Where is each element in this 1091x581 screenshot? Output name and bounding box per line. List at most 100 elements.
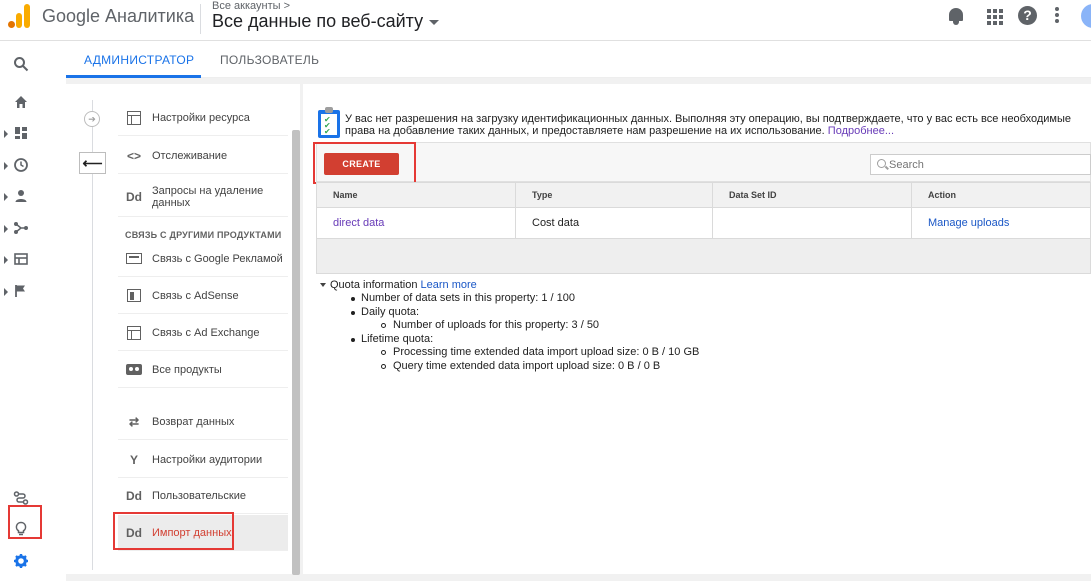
data-sets-table: Name Type Data Set ID Action direct data…: [316, 182, 1091, 239]
expand-arrow-icon: [4, 288, 8, 296]
expand-arrow-icon: [4, 225, 8, 233]
table-footer: [316, 239, 1091, 274]
back-button[interactable]: ⟵: [79, 152, 106, 174]
nav-item-property-settings[interactable]: Настройки ресурса: [118, 100, 288, 136]
nav-item-postbacks[interactable]: ⇄ Возврат данных: [118, 404, 288, 440]
table-row: direct data Cost data Manage uploads: [316, 207, 1091, 239]
property-view-selector[interactable]: Все данные по веб-сайту: [212, 11, 440, 32]
nav-scrollbar[interactable]: [292, 130, 300, 575]
quota-list: Number of data sets in this property: 1 …: [320, 292, 820, 373]
search-input[interactable]: [889, 157, 1079, 172]
tab-user[interactable]: ПОЛЬЗОВАТЕЛЬ: [220, 53, 319, 67]
box-icon: [127, 325, 141, 340]
permission-notice: У вас нет разрешения на загрузку идентиф…: [345, 113, 1075, 137]
column-header-type[interactable]: Type: [515, 182, 713, 208]
rail-customization[interactable]: [0, 122, 45, 146]
search-icon: [14, 57, 29, 72]
search-icon: [877, 159, 886, 168]
data-set-type: Cost data: [515, 207, 713, 239]
quota-learn-more-link[interactable]: Learn more: [421, 279, 477, 291]
nav-item-label: Связь с Google Рекламой: [152, 252, 283, 265]
nav-item-label: Возврат данных: [152, 415, 235, 428]
nav-item-label: Связь с Ad Exchange: [152, 326, 260, 339]
discover-icon: [13, 491, 29, 505]
permission-notice-text: У вас нет разрешения на загрузку идентиф…: [345, 113, 1072, 137]
nav-item-label: Запросы на удаление данных: [152, 184, 264, 209]
rail-home[interactable]: [0, 91, 45, 115]
quota-line: Number of data sets in this property: 1 …: [320, 292, 820, 306]
column-header-action: Action: [911, 182, 1091, 208]
sync-icon: ⇄: [128, 414, 140, 429]
acquisition-icon: [14, 222, 28, 234]
rail-behavior[interactable]: [0, 248, 45, 272]
quota-line: Query time extended data import upload s…: [320, 360, 820, 374]
clock-icon: [14, 158, 28, 172]
rail-acquisition[interactable]: [0, 217, 45, 241]
nav-item-label: Настройки аудитории: [152, 453, 263, 466]
expand-arrow-icon: [4, 256, 8, 264]
nav-item-custom-definitions[interactable]: Dd Пользовательские: [118, 478, 288, 514]
rail-realtime[interactable]: [0, 154, 45, 178]
nav-item-all-products[interactable]: Все продукты: [118, 352, 288, 388]
gear-icon: [14, 554, 28, 568]
top-header: Google Аналитика Все аккаунты > Все данн…: [0, 0, 1091, 41]
app-name[interactable]: Google Аналитика: [42, 6, 194, 27]
audience-icon: Y: [129, 452, 138, 467]
nav-item-adsense-linking[interactable]: Связь с AdSense: [118, 278, 288, 314]
nav-item-label: Пользовательские: [152, 489, 246, 502]
rail-admin[interactable]: [0, 550, 45, 574]
quota-line: Number of uploads for this property: 3 /…: [320, 319, 820, 333]
flag-icon: [15, 285, 25, 297]
data-set-id: [712, 207, 912, 239]
arrow-right-circle-icon: ➔: [84, 111, 100, 127]
more-vert-icon[interactable]: [1053, 6, 1061, 26]
tab-admin[interactable]: АДМИНИСТРАТОР: [84, 53, 194, 67]
rail-conversions[interactable]: [0, 280, 45, 304]
nav-item-google-ads-linking[interactable]: Связь с Google Рекламой: [118, 241, 288, 277]
left-rail: [0, 41, 45, 581]
nav-item-ad-exchange-linking[interactable]: Связь с Ad Exchange: [118, 315, 288, 351]
avatar[interactable]: [1081, 4, 1091, 28]
quota-line: Processing time extended data import upl…: [320, 346, 820, 360]
triangle-down-icon: [320, 283, 326, 288]
rail-audience[interactable]: [0, 185, 45, 209]
nav-item-label: Настройки ресурса: [152, 111, 250, 124]
nav-item-tracking[interactable]: <> Отслеживание: [118, 138, 288, 174]
property-view-label: Все данные по веб-сайту: [212, 11, 424, 31]
bell-icon[interactable]: [946, 6, 966, 26]
adsense-icon: [127, 288, 141, 302]
learn-more-link[interactable]: Подробнее...: [828, 125, 894, 137]
create-highlight-box: [313, 142, 416, 184]
nav-item-label: Отслеживание: [152, 149, 228, 162]
expand-arrow-icon: [4, 130, 8, 138]
quota-toggle[interactable]: Quota information Learn more: [320, 279, 820, 292]
manage-uploads-link[interactable]: Manage uploads: [928, 217, 1009, 229]
apps-grid-icon[interactable]: [984, 6, 1004, 26]
data-import-highlight-box: [113, 512, 234, 550]
quota-title: Quota information: [330, 279, 418, 291]
header-divider: [200, 4, 201, 34]
nav-item-audience-settings[interactable]: Y Настройки аудитории: [118, 442, 288, 478]
behavior-icon: [14, 253, 28, 265]
dashboard-icon: [15, 127, 27, 139]
column-header-name[interactable]: Name: [316, 182, 516, 208]
table-header-row: Name Type Data Set ID Action: [316, 182, 1091, 208]
analytics-logo-icon[interactable]: [8, 4, 30, 28]
column-header-data-set-id[interactable]: Data Set ID: [712, 182, 912, 208]
help-icon[interactable]: ?: [1018, 6, 1037, 25]
search-box[interactable]: [870, 154, 1091, 175]
quota-information: Quota information Learn more Number of d…: [320, 279, 820, 373]
quota-line: Lifetime quota:: [320, 333, 820, 347]
ads-icon: [126, 252, 142, 264]
caret-down-icon: [429, 19, 440, 25]
person-icon: [15, 190, 27, 202]
data-set-name-link[interactable]: direct data: [333, 217, 384, 229]
nav-item-label: Связь с AdSense: [152, 289, 239, 302]
nav-item-label: Все продукты: [152, 363, 222, 376]
nav-item-deletion-requests[interactable]: Dd Запросы на удаление данных: [118, 177, 288, 217]
code-icon: <>: [126, 148, 141, 163]
rail-search[interactable]: [0, 53, 45, 77]
admin-highlight-box: [8, 505, 42, 539]
expand-arrow-icon: [4, 162, 8, 170]
clipboard-check-icon: ✔ ✔ ✔: [318, 107, 342, 139]
